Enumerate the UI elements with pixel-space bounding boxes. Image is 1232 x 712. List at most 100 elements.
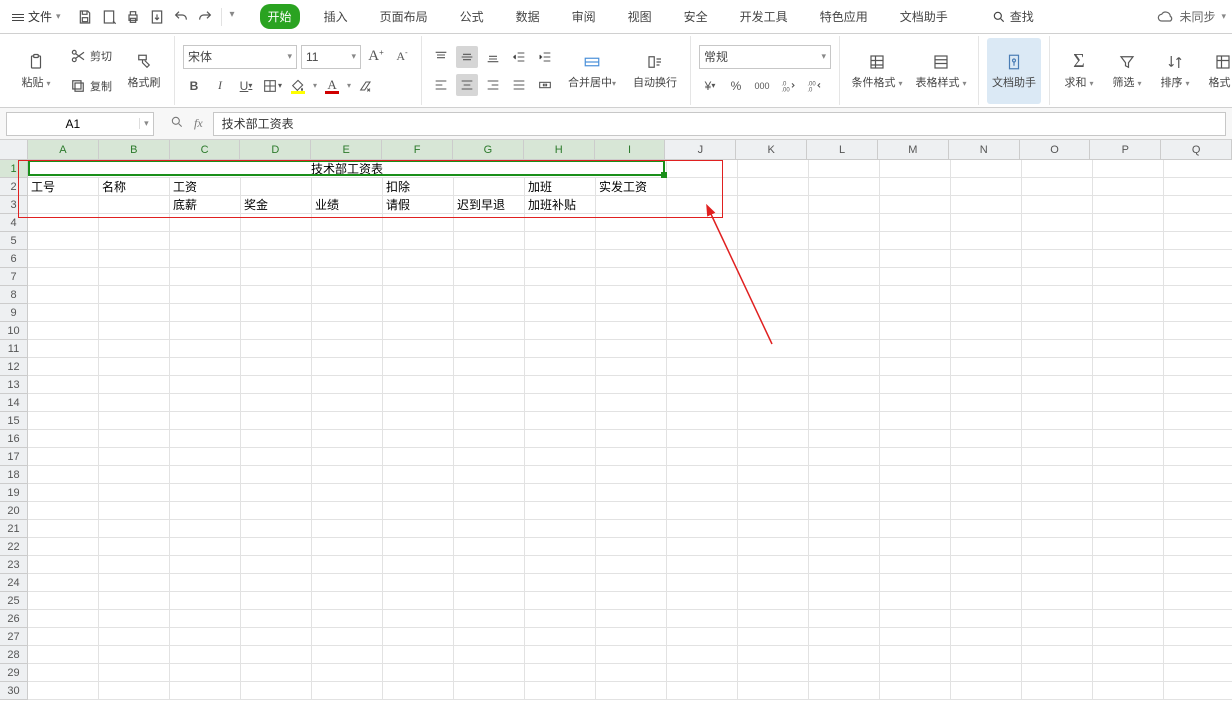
increase-indent-icon[interactable]: [534, 46, 556, 68]
cell[interactable]: [525, 358, 596, 376]
cell[interactable]: [525, 610, 596, 628]
cell[interactable]: [454, 232, 525, 250]
cell[interactable]: [454, 358, 525, 376]
cell[interactable]: [99, 232, 170, 250]
cell[interactable]: [170, 628, 241, 646]
cell[interactable]: [99, 214, 170, 232]
cell[interactable]: [880, 448, 951, 466]
cell[interactable]: [28, 214, 99, 232]
cell-grid[interactable]: 技术部工资表工号名称工资扣除加班实发工资底薪奖金业绩请假迟到早退加班补贴: [28, 160, 1232, 712]
row-header-18[interactable]: 18: [0, 466, 28, 484]
cell[interactable]: [241, 646, 312, 664]
cell[interactable]: [454, 538, 525, 556]
cell[interactable]: [28, 592, 99, 610]
cell[interactable]: [28, 502, 99, 520]
cell[interactable]: [1164, 196, 1232, 214]
cell[interactable]: [99, 412, 170, 430]
cell[interactable]: [880, 502, 951, 520]
cell[interactable]: [312, 430, 383, 448]
cell[interactable]: [1093, 484, 1164, 502]
cell[interactable]: [809, 286, 880, 304]
cell[interactable]: [525, 664, 596, 682]
cell[interactable]: [1022, 574, 1093, 592]
cell[interactable]: [1022, 502, 1093, 520]
sort-button[interactable]: 排序 ▾: [1154, 38, 1196, 104]
cell[interactable]: [170, 268, 241, 286]
cell[interactable]: [880, 664, 951, 682]
doc-helper-button[interactable]: 文档助手: [987, 38, 1041, 104]
cell[interactable]: [99, 268, 170, 286]
cell[interactable]: [809, 214, 880, 232]
cell[interactable]: [170, 646, 241, 664]
sum-button[interactable]: Σ 求和 ▾: [1058, 38, 1100, 104]
cell[interactable]: [951, 286, 1022, 304]
data-cell[interactable]: 底薪: [170, 196, 241, 214]
cell[interactable]: [1093, 502, 1164, 520]
cell[interactable]: [454, 466, 525, 484]
print-icon[interactable]: [125, 9, 141, 25]
cell[interactable]: [28, 268, 99, 286]
cell[interactable]: [596, 466, 667, 484]
cell[interactable]: [951, 394, 1022, 412]
cell[interactable]: [809, 232, 880, 250]
cell[interactable]: [383, 340, 454, 358]
cell[interactable]: [525, 412, 596, 430]
cell[interactable]: [99, 646, 170, 664]
cell[interactable]: [1164, 466, 1232, 484]
cell[interactable]: [170, 304, 241, 322]
cell[interactable]: [880, 304, 951, 322]
cell[interactable]: [99, 664, 170, 682]
cell[interactable]: [312, 412, 383, 430]
cell[interactable]: [312, 376, 383, 394]
underline-button[interactable]: U▾: [235, 75, 257, 97]
cell[interactable]: [880, 538, 951, 556]
cell[interactable]: [312, 556, 383, 574]
col-header-E[interactable]: E: [311, 140, 382, 160]
cell[interactable]: [312, 214, 383, 232]
cell[interactable]: [1164, 214, 1232, 232]
cell[interactable]: [667, 466, 738, 484]
cell[interactable]: [1022, 196, 1093, 214]
cell[interactable]: [596, 358, 667, 376]
cell[interactable]: [951, 214, 1022, 232]
tab-data[interactable]: 数据: [508, 4, 548, 29]
merge-across-icon[interactable]: [534, 74, 556, 96]
cell[interactable]: [454, 430, 525, 448]
cell[interactable]: [596, 682, 667, 700]
data-cell[interactable]: 扣除: [383, 178, 454, 196]
export-icon[interactable]: [149, 9, 165, 25]
cell[interactable]: [951, 502, 1022, 520]
cell[interactable]: [596, 232, 667, 250]
cell[interactable]: [738, 628, 809, 646]
cell[interactable]: [1022, 484, 1093, 502]
cell[interactable]: [28, 358, 99, 376]
cell[interactable]: [1022, 664, 1093, 682]
row-header-6[interactable]: 6: [0, 250, 28, 268]
cell[interactable]: [596, 268, 667, 286]
cell[interactable]: [241, 430, 312, 448]
cell[interactable]: [1093, 466, 1164, 484]
cell[interactable]: [383, 628, 454, 646]
cell[interactable]: [738, 196, 809, 214]
cell[interactable]: [951, 628, 1022, 646]
cell[interactable]: [454, 682, 525, 700]
cell[interactable]: [738, 484, 809, 502]
number-format-dropdown[interactable]: 常规▾: [699, 45, 831, 69]
cell[interactable]: [1022, 394, 1093, 412]
cell[interactable]: [809, 520, 880, 538]
cell[interactable]: [738, 286, 809, 304]
cell[interactable]: [312, 538, 383, 556]
cell[interactable]: [667, 178, 738, 196]
cell[interactable]: [28, 430, 99, 448]
cell[interactable]: [1022, 466, 1093, 484]
cell[interactable]: [170, 664, 241, 682]
cell[interactable]: [241, 664, 312, 682]
cell[interactable]: [880, 268, 951, 286]
row-header-4[interactable]: 4: [0, 214, 28, 232]
row-headers[interactable]: 1234567891011121314151617181920212223242…: [0, 160, 28, 700]
increase-decimal-icon[interactable]: .0.00: [777, 75, 799, 97]
cell[interactable]: [28, 448, 99, 466]
cell[interactable]: [951, 592, 1022, 610]
cell[interactable]: [738, 664, 809, 682]
cell[interactable]: [1164, 376, 1232, 394]
